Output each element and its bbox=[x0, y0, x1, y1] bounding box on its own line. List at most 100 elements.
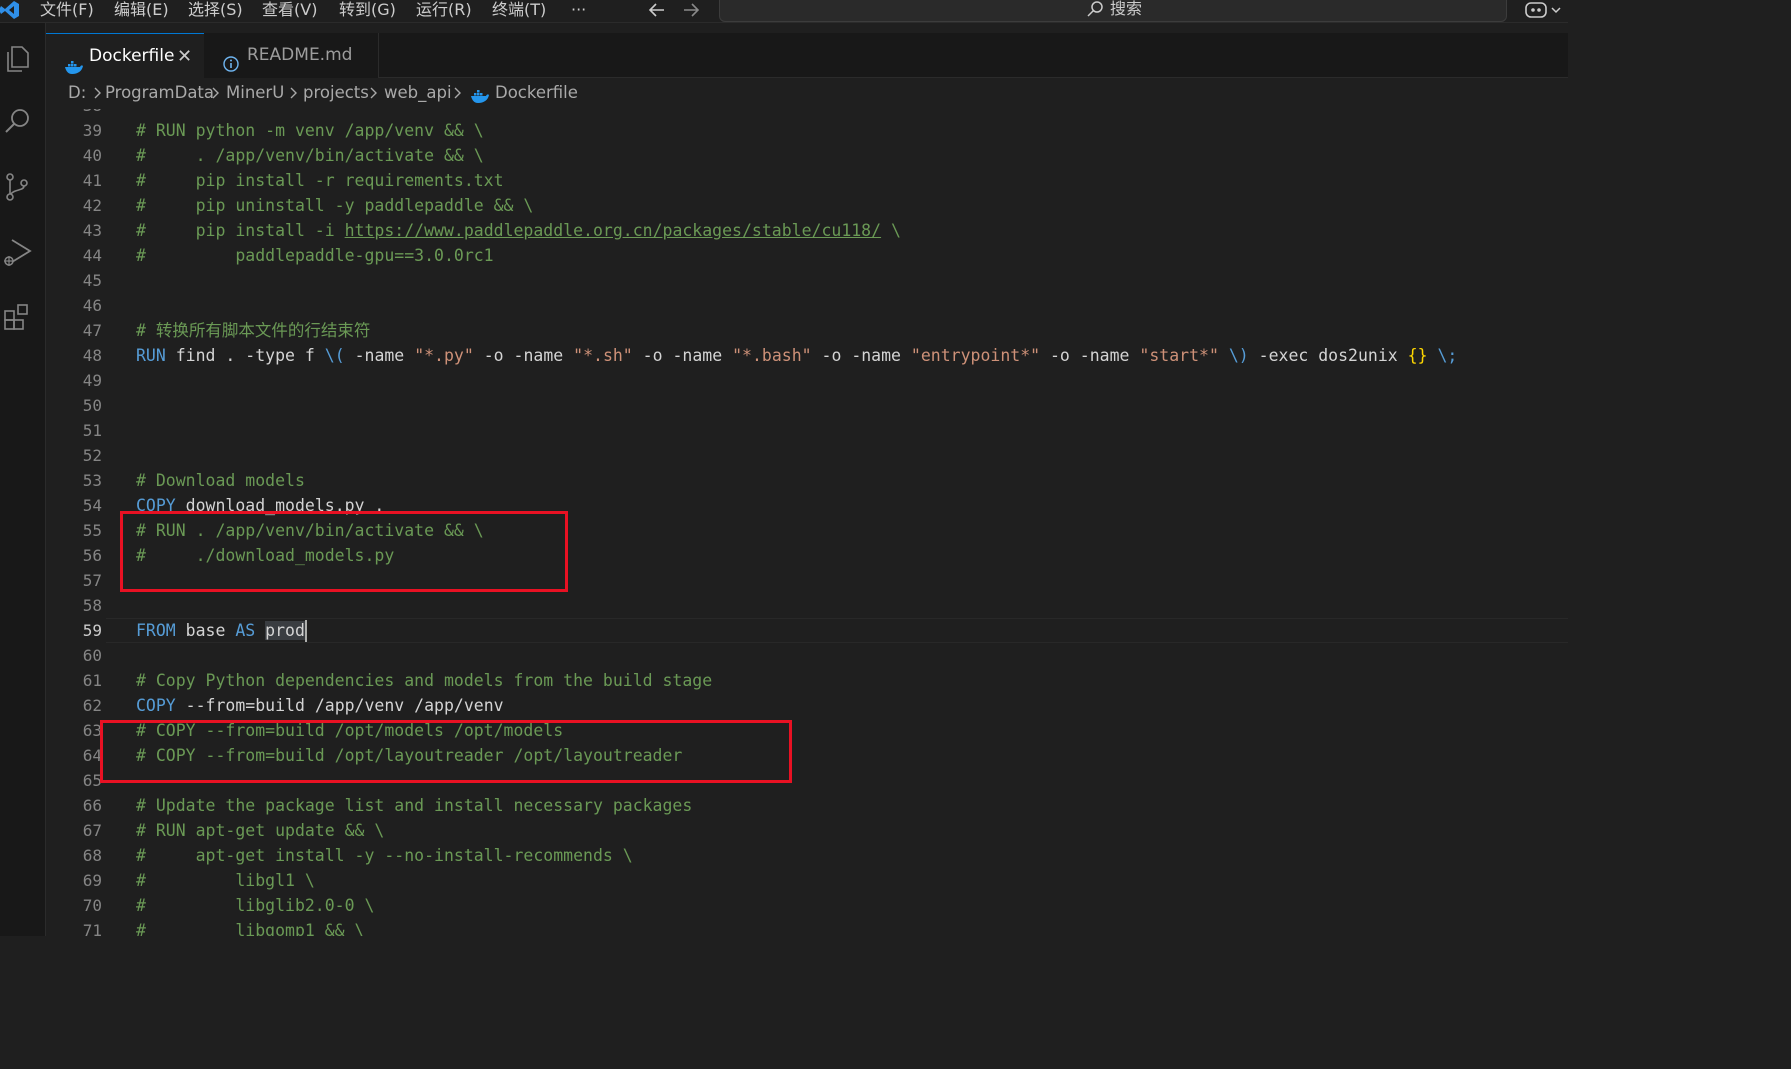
line-number: 64 bbox=[82, 746, 102, 765]
code-line: # Download models bbox=[136, 468, 305, 493]
line-number: 41 bbox=[82, 171, 102, 190]
code-token: AS bbox=[235, 621, 256, 640]
line-number: 45 bbox=[82, 271, 102, 290]
tab-label: Dockerfile bbox=[89, 46, 175, 66]
code-token: find . -type f bbox=[165, 346, 325, 365]
code-line: # libglib2.0-0 \ bbox=[136, 893, 374, 918]
code-line: # RUN python -m venv /app/venv && \ bbox=[136, 118, 484, 143]
code-line: # pip install -r requirements.txt bbox=[136, 168, 504, 193]
line-number: 42 bbox=[82, 196, 102, 215]
menu-file[interactable]: 文件(F) bbox=[40, 0, 94, 22]
code-token: COPY bbox=[136, 696, 176, 715]
line-number: 48 bbox=[82, 346, 102, 365]
line-number: 38 bbox=[46, 109, 102, 118]
highlight-box-copy-models bbox=[100, 720, 792, 783]
code-token: # RUN python -m venv /app/venv && \ bbox=[136, 121, 484, 140]
search-icon[interactable] bbox=[0, 98, 46, 148]
tab-dockerfile[interactable]: Dockerfile ✕ bbox=[46, 33, 204, 78]
code-token: # Copy Python dependencies and models fr… bbox=[136, 671, 713, 690]
code-line: # pip uninstall -y paddlepaddle && \ bbox=[136, 193, 533, 218]
line-number: 55 bbox=[82, 521, 102, 540]
line-number: 46 bbox=[82, 296, 102, 315]
close-icon[interactable]: ✕ bbox=[177, 34, 192, 79]
menu-go[interactable]: 转到(G) bbox=[339, 0, 396, 22]
breadcrumb-item-dockerfile[interactable]: Dockerfile bbox=[495, 79, 578, 107]
code-token: "*.py" bbox=[414, 346, 474, 365]
tab-readme[interactable]: README.md bbox=[204, 33, 379, 78]
editor-tab-bar: Dockerfile ✕ README.md bbox=[46, 33, 1568, 78]
line-number: 53 bbox=[82, 471, 102, 490]
line-number: 54 bbox=[82, 496, 102, 515]
copilot-icon[interactable] bbox=[1524, 0, 1564, 22]
line-number: 71 bbox=[82, 921, 102, 936]
breadcrumb-item-drive[interactable]: D: bbox=[68, 79, 86, 107]
code-token: # apt-get install -y --no-install-recomm… bbox=[136, 846, 633, 865]
menu-selection[interactable]: 选择(S) bbox=[188, 0, 243, 22]
line-number: 56 bbox=[82, 546, 102, 565]
code-line: # RUN apt-get update && \ bbox=[136, 818, 384, 843]
command-center-search[interactable]: 搜索 bbox=[719, 0, 1507, 22]
code-line: # 转换所有脚本文件的行结束符 bbox=[136, 318, 370, 343]
code-token: "start*" bbox=[1139, 346, 1219, 365]
menu-more[interactable]: ··· bbox=[571, 0, 586, 22]
code-token: -name bbox=[344, 346, 415, 365]
code-token: # pip uninstall -y paddlepaddle && \ bbox=[136, 196, 534, 215]
code-line: # pip install -i https://www.paddlepaddl… bbox=[136, 218, 901, 243]
code-token: # Download models bbox=[136, 471, 305, 490]
line-number: 63 bbox=[82, 721, 102, 740]
url-link[interactable]: https://www.paddlepaddle.org.cn/packages… bbox=[345, 221, 881, 240]
code-token: # 转换所有脚本文件的行结束符 bbox=[136, 321, 371, 340]
forward-arrow-icon[interactable] bbox=[678, 0, 704, 22]
code-token: # pip install -r requirements.txt bbox=[136, 171, 504, 190]
code-token: --from=build /app/venv /app/venv bbox=[175, 696, 504, 715]
menu-edit[interactable]: 编辑(E) bbox=[114, 0, 169, 22]
code-token: # libgomp1 && \ bbox=[136, 921, 365, 936]
line-number: 60 bbox=[82, 646, 102, 665]
run-debug-icon[interactable] bbox=[0, 228, 46, 278]
breadcrumb-item-projects[interactable]: projects bbox=[303, 79, 369, 107]
code-line: # . /app/venv/bin/activate && \ bbox=[136, 143, 484, 168]
breadcrumb-item-web-api[interactable]: web_api bbox=[384, 79, 452, 107]
back-arrow-icon[interactable] bbox=[644, 0, 670, 22]
code-line: # Update the package list and install ne… bbox=[136, 793, 692, 818]
code-token: \; bbox=[1437, 346, 1458, 365]
code-line: # libgomp1 && \ bbox=[136, 918, 364, 936]
text-cursor bbox=[304, 620, 307, 642]
search-icon bbox=[1086, 0, 1104, 18]
line-number: 57 bbox=[82, 571, 102, 590]
code-token: \ bbox=[881, 221, 901, 240]
source-control-icon[interactable] bbox=[0, 163, 46, 213]
code-token: RUN bbox=[136, 346, 166, 365]
menu-run[interactable]: 运行(R) bbox=[416, 0, 472, 22]
line-number: 43 bbox=[82, 221, 102, 240]
code-editor[interactable]: 38 39 # RUN python -m venv /app/venv && \ 4… bbox=[46, 109, 1568, 936]
code-token: # paddlepaddle-gpu==3.0.0rc1 bbox=[136, 246, 494, 265]
explorer-icon[interactable] bbox=[0, 35, 46, 85]
menu-terminal[interactable]: 终端(T) bbox=[492, 0, 546, 22]
code-token: -exec dos2unix bbox=[1248, 346, 1408, 365]
breadcrumb-item-mineru[interactable]: MinerU bbox=[226, 79, 284, 107]
breadcrumb: D: ProgramData MinerU projects web_api D… bbox=[46, 79, 1568, 109]
title-bar: 文件(F) 编辑(E) 选择(S) 查看(V) 转到(G) 运行(R) 终端(T… bbox=[0, 0, 1568, 23]
line-number: 52 bbox=[82, 446, 102, 465]
code-token: # Update the package list and install ne… bbox=[136, 796, 693, 815]
line-number: 47 bbox=[82, 321, 102, 340]
extensions-icon[interactable] bbox=[0, 293, 46, 343]
code-token: FROM bbox=[136, 621, 176, 640]
breadcrumb-item-programdata[interactable]: ProgramData bbox=[105, 79, 214, 107]
docker-icon bbox=[64, 48, 83, 74]
tab-label: README.md bbox=[247, 45, 353, 65]
line-number: 58 bbox=[82, 596, 102, 615]
line-number: 65 bbox=[82, 771, 102, 790]
line-number: 68 bbox=[82, 846, 102, 865]
code-line: # apt-get install -y --no-install-recomm… bbox=[136, 843, 633, 868]
line-number: 49 bbox=[82, 371, 102, 390]
line-number: 62 bbox=[82, 696, 102, 715]
code-token: "entrypoint*" bbox=[910, 346, 1041, 365]
code-token: # libgl1 \ bbox=[136, 871, 315, 890]
menu-view[interactable]: 查看(V) bbox=[262, 0, 317, 22]
code-token: prod bbox=[265, 621, 305, 640]
line-number: 50 bbox=[82, 396, 102, 415]
line-number: 67 bbox=[82, 821, 102, 840]
